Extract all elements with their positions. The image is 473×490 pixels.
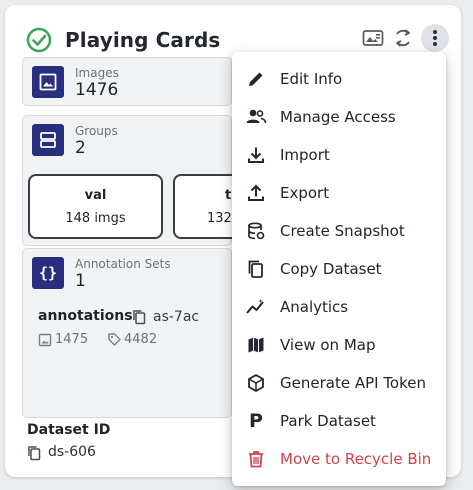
people-icon bbox=[245, 106, 267, 128]
dataset-title: Playing Cards bbox=[65, 28, 221, 52]
image-icon bbox=[32, 66, 64, 98]
group-count: 1327 bbox=[207, 211, 235, 226]
images-count: 1476 bbox=[75, 80, 119, 100]
map-icon bbox=[245, 334, 267, 356]
dataset-actions-menu: Edit Info Manage Access Import Export Cr… bbox=[232, 52, 446, 486]
annotation-set-id: as-7ac bbox=[153, 309, 200, 325]
group-name: val bbox=[84, 188, 107, 203]
annotation-sets-count: 1 bbox=[75, 271, 86, 291]
annotation-sets-label: Annotation Sets bbox=[75, 257, 171, 271]
more-options-icon[interactable] bbox=[421, 24, 449, 52]
menu-item-move-to-recycle-bin[interactable]: Move to Recycle Bin bbox=[232, 440, 446, 478]
check-circle-icon bbox=[26, 27, 52, 53]
braces-icon: {} bbox=[32, 257, 64, 289]
group-count: 148 imgs bbox=[65, 211, 126, 226]
sync-icon[interactable] bbox=[389, 24, 417, 52]
copy-icon[interactable] bbox=[132, 309, 146, 325]
menu-item-import[interactable]: Import bbox=[232, 136, 446, 174]
menu-item-label: Export bbox=[280, 184, 330, 202]
menu-item-park-dataset[interactable]: P Park Dataset bbox=[232, 402, 446, 440]
parking-icon: P bbox=[249, 410, 263, 432]
images-label: Images bbox=[75, 66, 119, 80]
menu-item-label: Copy Dataset bbox=[280, 260, 382, 278]
menu-item-label: Create Snapshot bbox=[280, 222, 405, 240]
image-small-icon bbox=[38, 333, 52, 347]
menu-item-copy-dataset[interactable]: Copy Dataset bbox=[232, 250, 446, 288]
database-icon bbox=[245, 220, 267, 242]
menu-item-manage-access[interactable]: Manage Access bbox=[232, 98, 446, 136]
groups-label: Groups bbox=[75, 124, 118, 138]
copy-icon bbox=[245, 258, 267, 280]
groups-count: 2 bbox=[75, 138, 86, 158]
annotation-set-name: annotations bbox=[38, 308, 133, 324]
menu-item-analytics[interactable]: Analytics bbox=[232, 288, 446, 326]
pencil-icon bbox=[245, 68, 267, 90]
group-train-button[interactable]: tr 1327 bbox=[173, 174, 235, 239]
menu-item-create-snapshot[interactable]: Create Snapshot bbox=[232, 212, 446, 250]
download-icon bbox=[245, 144, 267, 166]
menu-item-label: Move to Recycle Bin bbox=[280, 450, 432, 468]
menu-item-view-on-map[interactable]: View on Map bbox=[232, 326, 446, 364]
menu-item-label: Import bbox=[280, 146, 330, 164]
group-val-button[interactable]: val 148 imgs bbox=[28, 174, 163, 239]
menu-item-label: View on Map bbox=[280, 336, 376, 354]
tag-icon bbox=[108, 333, 121, 346]
annotation-tag-count: 4482 bbox=[124, 332, 158, 347]
menu-item-label: Manage Access bbox=[280, 108, 396, 126]
copy-dataset-id-icon[interactable] bbox=[27, 445, 41, 461]
trash-icon bbox=[245, 448, 267, 470]
menu-item-label: Generate API Token bbox=[280, 374, 427, 392]
groups-icon bbox=[32, 124, 64, 156]
dataset-id-label: Dataset ID bbox=[27, 422, 111, 438]
images-tile[interactable]: Images 1476 bbox=[22, 57, 232, 106]
annotation-image-count: 1475 bbox=[55, 332, 89, 347]
menu-item-label: Analytics bbox=[280, 298, 349, 316]
menu-item-edit-info[interactable]: Edit Info bbox=[232, 60, 446, 98]
menu-item-label: Park Dataset bbox=[280, 412, 376, 430]
menu-item-export[interactable]: Export bbox=[232, 174, 446, 212]
token-icon bbox=[245, 372, 267, 394]
menu-item-generate-api-token[interactable]: Generate API Token bbox=[232, 364, 446, 402]
gallery-view-icon[interactable] bbox=[359, 24, 387, 52]
dataset-id-value: ds-606 bbox=[48, 444, 96, 460]
upload-icon bbox=[245, 182, 267, 204]
analytics-icon bbox=[245, 296, 267, 318]
menu-item-label: Edit Info bbox=[280, 70, 343, 88]
